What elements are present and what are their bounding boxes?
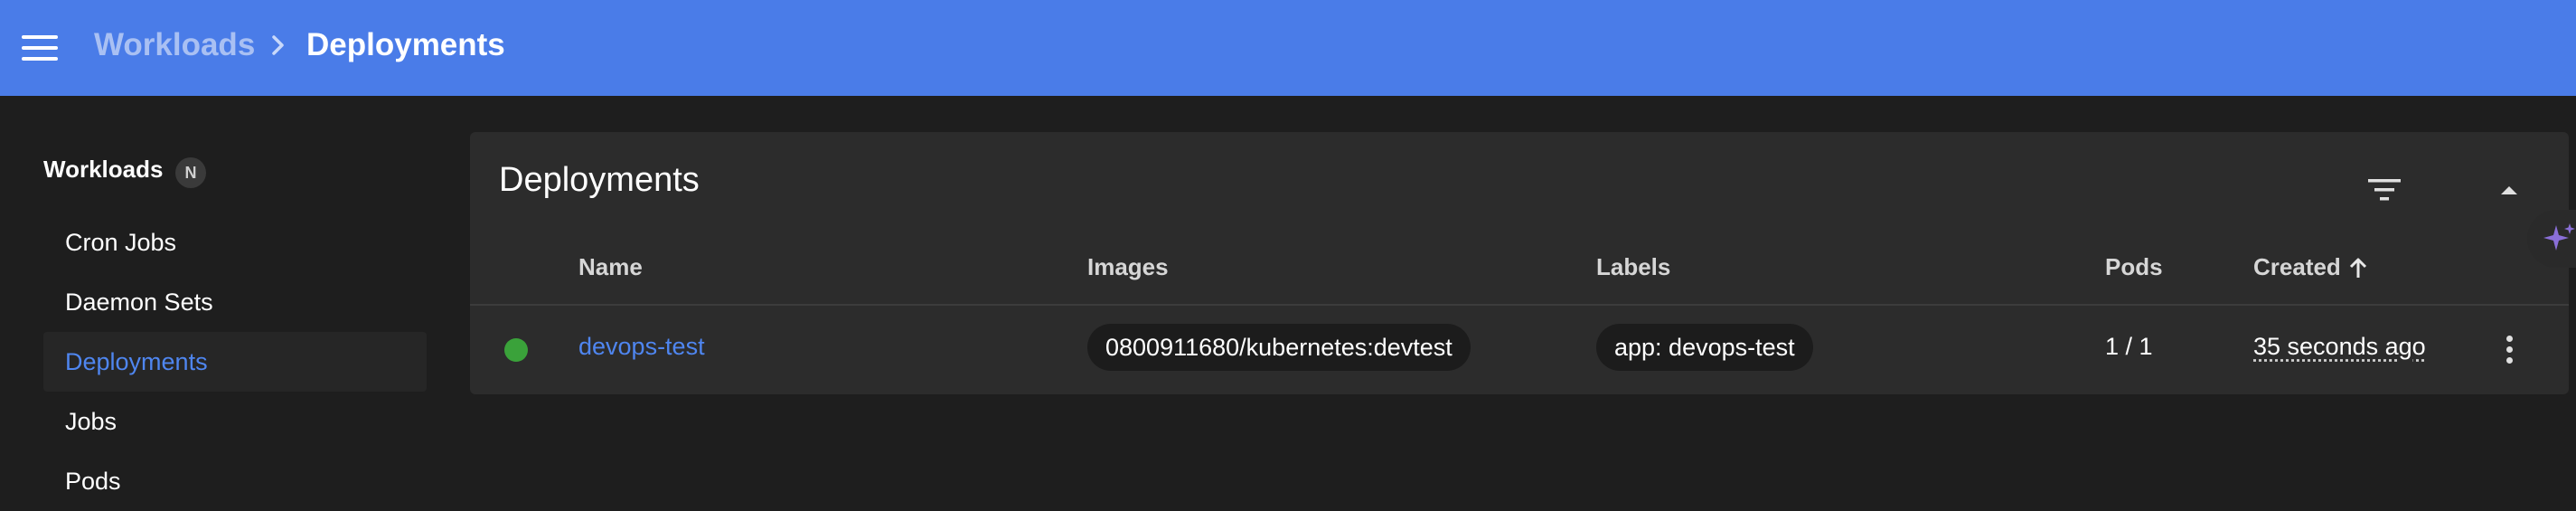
menu-icon[interactable] — [22, 30, 65, 66]
chevron-right-icon — [272, 35, 284, 55]
column-header-labels[interactable]: Labels — [1596, 253, 1670, 281]
column-header-created-label: Created — [2253, 253, 2341, 280]
breadcrumb-current: Deployments — [306, 27, 505, 62]
column-header-pods-label: Pods — [2105, 253, 2163, 280]
card-title: Deployments — [499, 161, 700, 199]
sidebar-item-deployments[interactable]: Deployments — [43, 332, 427, 392]
pods-count: 1 / 1 — [2105, 333, 2153, 360]
chevron-up-icon[interactable] — [2484, 165, 2534, 215]
column-header-images-label: Images — [1087, 253, 1169, 280]
status-ok-icon — [504, 338, 528, 362]
filter-icon[interactable] — [2359, 165, 2410, 215]
sidebar-item-jobs[interactable]: Jobs — [43, 392, 427, 451]
sidebar-item-daemon-sets[interactable]: Daemon Sets — [43, 272, 427, 332]
table-row[interactable]: devops-test 0800911680/kubernetes:devtes… — [470, 306, 2569, 394]
column-header-name-label: Name — [578, 253, 643, 280]
sidebar-heading: Workloads — [43, 156, 164, 183]
arrow-up-icon — [2349, 258, 2366, 278]
label-chip: app: devops-test — [1596, 324, 1813, 371]
column-header-created[interactable]: Created — [2253, 253, 2368, 281]
column-header-images[interactable]: Images — [1087, 253, 1169, 281]
sidebar-item-pods[interactable]: Pods — [43, 451, 427, 511]
image-chip: 0800911680/kubernetes:devtest — [1087, 324, 1471, 371]
deployment-name-link[interactable]: devops-test — [578, 333, 705, 361]
sidebar-item-cron-jobs[interactable]: Cron Jobs — [43, 213, 427, 272]
column-header-pods[interactable]: Pods — [2105, 253, 2163, 281]
created-age: 35 seconds ago — [2253, 333, 2426, 360]
deployments-card: Deployments Name Images Labels Pods Crea… — [470, 132, 2569, 394]
column-header-name[interactable]: Name — [578, 253, 643, 281]
column-header-labels-label: Labels — [1596, 253, 1671, 280]
namespace-badge[interactable]: N — [175, 157, 206, 188]
top-bar: Workloads Deployments — [0, 0, 2576, 96]
more-vertical-icon[interactable] — [2489, 329, 2529, 369]
breadcrumb-parent[interactable]: Workloads — [94, 27, 255, 63]
sidebar: Workloads N Cron Jobs Daemon Sets Deploy… — [0, 96, 452, 495]
